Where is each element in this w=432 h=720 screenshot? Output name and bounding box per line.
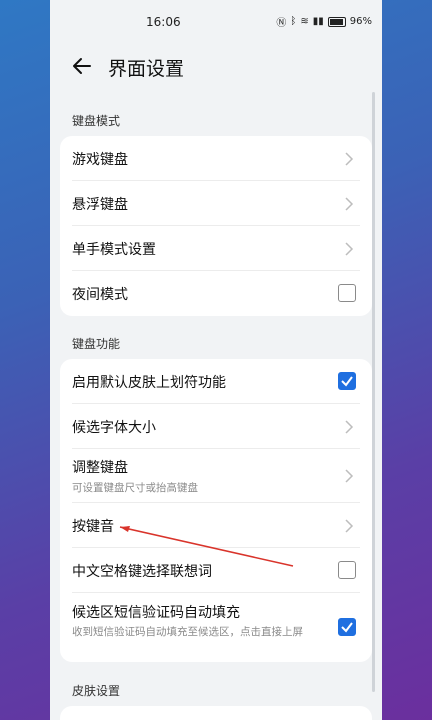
row-key-sound[interactable]: 按键音 <box>60 503 372 548</box>
checkmark-icon <box>341 376 353 387</box>
row-label: 启用默认皮肤上划符功能 <box>72 375 226 391</box>
sms-autofill-checkbox[interactable] <box>338 618 356 636</box>
bluetooth-icon: ᛒ <box>290 16 297 27</box>
chevron-right-icon <box>345 152 354 166</box>
row-sublabel: 可设置键盘尺寸或抬高键盘 <box>72 482 198 494</box>
row-adjust-keyboard[interactable]: 调整键盘 可设置键盘尺寸或抬高键盘 <box>60 449 372 503</box>
night-mode-checkbox[interactable] <box>338 284 356 302</box>
row-floating-keyboard[interactable]: 悬浮键盘 <box>60 181 372 226</box>
row-label: 单手模式设置 <box>72 242 156 258</box>
card-keyboard-mode: 游戏键盘 悬浮键盘 单手模式设置 夜间模式 <box>60 136 372 316</box>
nfc-icon: Ⓝ <box>276 18 287 29</box>
battery-icon <box>327 16 346 27</box>
row-one-hand-mode[interactable]: 单手模式设置 <box>60 226 372 271</box>
row-label: 按键音 <box>72 519 114 535</box>
chevron-right-icon <box>345 420 354 434</box>
section-title-keyboard-mode: 键盘模式 <box>72 114 121 128</box>
card-skin-settings <box>60 706 372 720</box>
chevron-right-icon <box>345 242 354 256</box>
phone-screen: 16:06 Ⓝ ᛒ ≋ ▮▮ 96% 界面设置 键盘模式 游戏键盘 悬浮键盘 单… <box>50 0 382 720</box>
row-label: 游戏键盘 <box>72 152 128 168</box>
row-game-keyboard[interactable]: 游戏键盘 <box>60 136 372 181</box>
row-enable-swipe-symbols[interactable]: 启用默认皮肤上划符功能 <box>60 359 372 404</box>
scrollbar[interactable] <box>372 92 375 692</box>
swipe-symbols-checkbox[interactable] <box>338 372 356 390</box>
status-time: 16:06 <box>146 15 181 29</box>
chevron-right-icon <box>345 197 354 211</box>
wifi-icon: ≋ <box>300 16 309 27</box>
checkmark-icon <box>341 622 353 633</box>
space-association-checkbox[interactable] <box>338 561 356 579</box>
row-space-key-association[interactable]: 中文空格键选择联想词 <box>60 548 372 593</box>
status-icons: Ⓝ ᛒ ≋ ▮▮ 96% <box>276 14 372 29</box>
page-title: 界面设置 <box>108 58 185 80</box>
row-sms-code-autofill[interactable]: 候选区短信验证码自动填充 收到短信验证码自动填充至候选区，点击直接上屏 <box>60 593 372 662</box>
row-sublabel: 收到短信验证码自动填充至候选区，点击直接上屏 <box>72 626 303 638</box>
row-label: 中文空格键选择联想词 <box>72 564 212 580</box>
section-title-keyboard-function: 键盘功能 <box>72 337 121 351</box>
row-label: 调整键盘 <box>72 460 128 476</box>
row-candidate-font-size[interactable]: 候选字体大小 <box>60 404 372 449</box>
chevron-right-icon <box>345 469 354 483</box>
signal-icon: ▮▮ <box>312 16 324 27</box>
header: 界面设置 <box>50 44 382 90</box>
back-arrow-icon[interactable] <box>70 54 94 78</box>
row-label: 候选区短信验证码自动填充 <box>72 605 240 621</box>
chevron-right-icon <box>345 519 354 533</box>
status-bar: 16:06 Ⓝ ᛒ ≋ ▮▮ 96% <box>50 0 382 44</box>
row-label: 悬浮键盘 <box>72 197 128 213</box>
row-label: 候选字体大小 <box>72 420 156 436</box>
battery-percent: 96% <box>349 16 372 27</box>
card-keyboard-function: 启用默认皮肤上划符功能 候选字体大小 调整键盘 可设置键盘尺寸或抬高键盘 按键音… <box>60 359 372 662</box>
section-title-skin-settings: 皮肤设置 <box>72 684 121 698</box>
row-label: 夜间模式 <box>72 287 128 303</box>
row-night-mode[interactable]: 夜间模式 <box>60 271 372 316</box>
